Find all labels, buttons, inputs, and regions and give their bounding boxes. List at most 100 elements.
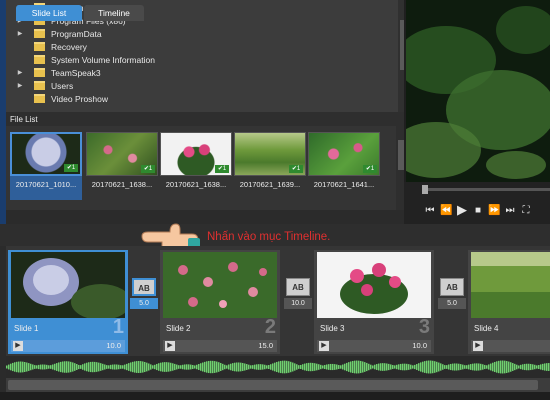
file-thumbnail[interactable]: ✔1 20170621_1641...	[308, 132, 380, 200]
play-icon[interactable]: ▶	[473, 341, 483, 351]
waveform-bar	[26, 362, 28, 372]
hydrangea-photo-thumbnail: ✔1	[10, 132, 82, 176]
seek-bar[interactable]	[424, 188, 550, 191]
file-thumbnail[interactable]: ✔1 20170621_1638...	[160, 132, 232, 200]
waveform-bar	[100, 363, 102, 371]
waveform-bar	[36, 365, 38, 369]
waveform-bar	[56, 363, 58, 371]
waveform-bar	[84, 363, 86, 371]
skip-back-icon[interactable]: ⏮	[424, 205, 436, 216]
transition-ab-icon[interactable]: AB	[132, 278, 156, 296]
stop-icon[interactable]: ■	[472, 205, 484, 216]
slide-card[interactable]: Slide 2 2 ▶ 15.0	[160, 250, 280, 354]
transition-duration[interactable]: 5.0	[130, 298, 158, 309]
tree-item-system-volume-information[interactable]: System Volume Information	[6, 53, 155, 66]
waveform-bar	[272, 363, 274, 371]
expand-arrow-icon[interactable]: ▶	[6, 30, 34, 37]
waveform-bar	[112, 364, 114, 370]
slide-duration[interactable]: 15.0	[258, 341, 273, 350]
transition[interactable]: AB 5.0	[130, 278, 158, 310]
waveform-bar	[72, 362, 74, 372]
waveform-bar	[30, 363, 32, 371]
transition-ab-icon[interactable]: AB	[440, 278, 464, 296]
file-thumbnail[interactable]: ✔1 20170621_1639...	[234, 132, 306, 200]
slide-label: Slide 1	[14, 324, 39, 333]
waveform-bar	[306, 363, 308, 371]
rewind-icon[interactable]: ⏪	[440, 205, 452, 216]
file-list[interactable]: ✔1 20170621_1010... ✔1 20170621_1638... …	[6, 126, 406, 210]
slide-duration[interactable]: 10.0	[106, 341, 121, 350]
waveform-bar	[412, 365, 414, 369]
waveform-bar	[262, 364, 264, 370]
transition-duration[interactable]: 5.0	[438, 298, 466, 309]
skip-forward-icon[interactable]: ⏭	[504, 205, 516, 216]
waveform-bar	[50, 365, 52, 369]
potted-flower-photo-thumbnail: ✔1	[160, 132, 232, 176]
waveform-bar	[310, 362, 312, 372]
waveform-bar	[192, 365, 194, 369]
audio-waveform	[6, 360, 550, 374]
timeline-scrollbar[interactable]	[6, 378, 550, 392]
transition[interactable]: AB 10.0	[284, 278, 312, 310]
waveform-bar	[538, 365, 540, 369]
waveform-bar	[96, 362, 98, 372]
slide-label: Slide 2	[166, 324, 191, 333]
tab-slide-list[interactable]: Slide List	[16, 5, 82, 21]
play-icon[interactable]: ▶	[319, 341, 329, 351]
tree-item-recovery[interactable]: Recovery	[6, 40, 87, 53]
waveform-bar	[374, 364, 376, 370]
transition-duration[interactable]: 10.0	[284, 298, 312, 309]
waveform-bar	[504, 360, 506, 374]
slide-duration[interactable]: 10.0	[412, 341, 427, 350]
player-controls: ⏮ ⏪ ▶ ■ ⏩ ⏭ ⛶	[404, 182, 550, 224]
file-thumbnail[interactable]: ✔1 20170621_1010...	[10, 132, 82, 200]
slide-card[interactable]: Slide 3 3 ▶ 10.0	[314, 250, 434, 354]
waveform-bar	[52, 364, 54, 370]
slide-footer: ▶ 15.0	[163, 340, 277, 352]
play-icon[interactable]: ▶	[165, 341, 175, 351]
expand-arrow-icon[interactable]: ▶	[6, 69, 34, 76]
tree-item-programdata[interactable]: ▶ ProgramData	[6, 27, 102, 40]
file-name: 20170621_1641...	[313, 180, 375, 189]
tab-timeline[interactable]: Timeline	[84, 5, 144, 21]
transition-ab-icon[interactable]: AB	[286, 278, 310, 296]
slide-card[interactable]: Slide 4 ▶	[468, 250, 550, 354]
tree-item-teamspeak3[interactable]: ▶ TeamSpeak3	[6, 66, 101, 79]
waveform-bar	[446, 365, 448, 369]
waveform-bar	[296, 364, 298, 370]
waveform-bar	[288, 361, 290, 373]
tree-item-video-proshow[interactable]: Video Proshow	[6, 92, 108, 105]
waveform-bar	[220, 362, 222, 372]
waveform-bar	[16, 361, 18, 373]
waveform-bar	[494, 361, 496, 373]
waveform-bar	[78, 364, 80, 370]
waveform-bar	[232, 363, 234, 371]
waveform-bar	[372, 365, 374, 369]
play-icon[interactable]: ▶	[13, 341, 23, 351]
waveform-bar	[208, 360, 210, 374]
waveform-bar	[12, 362, 14, 372]
file-thumbnail[interactable]: ✔1 20170621_1638...	[86, 132, 158, 200]
waveform-bar	[282, 360, 284, 374]
slide-card[interactable]: Slide 1 1 ▶ 10.0	[8, 250, 128, 354]
waveform-bar	[140, 361, 142, 373]
play-icon[interactable]: ▶	[456, 202, 468, 218]
timeline-scroll-thumb[interactable]	[8, 380, 538, 390]
waveform-bar	[404, 363, 406, 371]
seek-handle[interactable]	[422, 185, 428, 194]
waveform-bar	[210, 360, 212, 374]
waveform-bar	[442, 364, 444, 370]
waveform-bar	[178, 365, 180, 369]
waveform-bar	[424, 361, 426, 373]
fullscreen-icon[interactable]: ⛶	[520, 205, 532, 216]
tree-item-users[interactable]: ▶ Users	[6, 79, 74, 92]
audio-track[interactable]	[6, 356, 550, 378]
folder-icon	[34, 68, 45, 77]
waveform-bar	[370, 364, 372, 370]
waveform-bar	[450, 363, 452, 371]
waveform-bar	[224, 364, 226, 370]
expand-arrow-icon[interactable]: ▶	[6, 82, 34, 89]
fast-forward-icon[interactable]: ⏩	[488, 205, 500, 216]
transition[interactable]: AB 5.0	[438, 278, 466, 310]
waveform-bar	[170, 362, 172, 372]
